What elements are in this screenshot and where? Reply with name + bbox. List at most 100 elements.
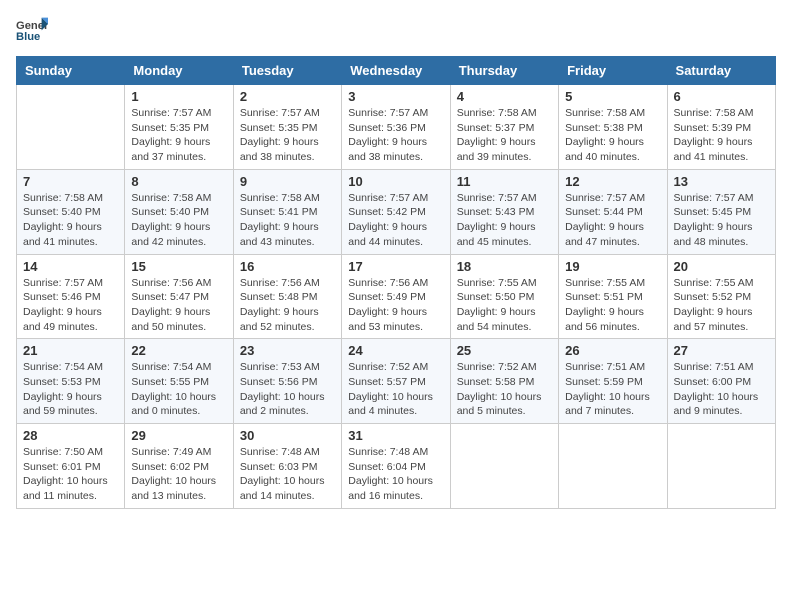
calendar-cell: 25 Sunrise: 7:52 AMSunset: 5:58 PMDayligh… bbox=[450, 339, 558, 424]
day-info: Sunrise: 7:58 AMSunset: 5:37 PMDaylight:… bbox=[457, 106, 552, 165]
day-info: Sunrise: 7:52 AMSunset: 5:58 PMDaylight:… bbox=[457, 360, 552, 419]
calendar-cell: 15 Sunrise: 7:56 AMSunset: 5:47 PMDayligh… bbox=[125, 254, 233, 339]
calendar-cell: 1Sunrise: 7:57 AMSunset: 5:35 PMDaylight… bbox=[125, 85, 233, 170]
page-header: General Blue bbox=[16, 16, 776, 44]
day-number: 1 bbox=[131, 89, 226, 104]
day-number: 9 bbox=[240, 174, 335, 189]
day-info: Sunrise: 7:57 AMSunset: 5:43 PMDaylight:… bbox=[457, 191, 552, 250]
day-number: 28 bbox=[23, 428, 118, 443]
day-number: 19 bbox=[565, 259, 660, 274]
calendar-cell: 14 Sunrise: 7:57 AMSunset: 5:46 PMDayligh… bbox=[17, 254, 125, 339]
day-info: Sunrise: 7:57 AMSunset: 5:35 PMDaylight:… bbox=[240, 106, 335, 165]
day-info: Sunrise: 7:50 AMSunset: 6:01 PMDaylight:… bbox=[23, 445, 118, 504]
calendar-cell: 5 Sunrise: 7:58 AMSunset: 5:38 PMDaylight… bbox=[559, 85, 667, 170]
day-info: Sunrise: 7:58 AMSunset: 5:39 PMDaylight:… bbox=[674, 106, 769, 165]
calendar-cell bbox=[450, 424, 558, 509]
day-number: 5 bbox=[565, 89, 660, 104]
day-info: Sunrise: 7:52 AMSunset: 5:57 PMDaylight:… bbox=[348, 360, 443, 419]
calendar-cell: 7Sunrise: 7:58 AMSunset: 5:40 PMDaylight… bbox=[17, 169, 125, 254]
day-info: Sunrise: 7:55 AMSunset: 5:50 PMDaylight:… bbox=[457, 276, 552, 335]
calendar-cell: 13 Sunrise: 7:57 AMSunset: 5:45 PMDayligh… bbox=[667, 169, 775, 254]
calendar-cell: 18 Sunrise: 7:55 AMSunset: 5:50 PMDayligh… bbox=[450, 254, 558, 339]
calendar-cell: 10 Sunrise: 7:57 AMSunset: 5:42 PMDayligh… bbox=[342, 169, 450, 254]
calendar-cell: 3 Sunrise: 7:57 AMSunset: 5:36 PMDaylight… bbox=[342, 85, 450, 170]
day-info: Sunrise: 7:57 AMSunset: 5:36 PMDaylight:… bbox=[348, 106, 443, 165]
weekday-header-tuesday: Tuesday bbox=[233, 57, 341, 85]
calendar-cell: 24 Sunrise: 7:52 AMSunset: 5:57 PMDayligh… bbox=[342, 339, 450, 424]
week-row-1: 1 Sunrise: 7:57 AMSunset: 5:35 PMDaylight… bbox=[17, 85, 776, 170]
calendar-cell: 6 Sunrise: 7:58 AMSunset: 5:39 PMDaylight… bbox=[667, 85, 775, 170]
day-number: 13 bbox=[674, 174, 769, 189]
day-number: 18 bbox=[457, 259, 552, 274]
day-info: Sunrise: 7:58 AMSunset: 5:40 PMDaylight:… bbox=[131, 191, 226, 250]
week-row-5: 28 Sunrise: 7:50 AMSunset: 6:01 PMDayligh… bbox=[17, 424, 776, 509]
calendar-table: SundayMondayTuesdayWednesdayThursdayFrid… bbox=[16, 56, 776, 509]
calendar-cell: 8Sunrise: 7:58 AMSunset: 5:40 PMDaylight… bbox=[125, 169, 233, 254]
weekday-header-monday: Monday bbox=[125, 57, 233, 85]
weekday-header-saturday: Saturday bbox=[667, 57, 775, 85]
calendar-cell bbox=[17, 85, 125, 170]
calendar-cell: 27Sunrise: 7:51 AMSunset: 6:00 PMDayligh… bbox=[667, 339, 775, 424]
calendar-cell bbox=[667, 424, 775, 509]
day-number: 15 bbox=[131, 259, 226, 274]
day-info: Sunrise: 7:58 AMSunset: 5:41 PMDaylight:… bbox=[240, 191, 335, 250]
day-info: Sunrise: 7:48 AMSunset: 6:03 PMDaylight:… bbox=[240, 445, 335, 504]
day-number: 29 bbox=[131, 428, 226, 443]
calendar-cell: 22Sunrise: 7:54 AMSunset: 5:55 PMDayligh… bbox=[125, 339, 233, 424]
day-number: 30 bbox=[240, 428, 335, 443]
day-info: Sunrise: 7:56 AMSunset: 5:49 PMDaylight:… bbox=[348, 276, 443, 335]
day-number: 6 bbox=[674, 89, 769, 104]
day-number: 25 bbox=[457, 343, 552, 358]
calendar-cell: 30 Sunrise: 7:48 AMSunset: 6:03 PMDayligh… bbox=[233, 424, 341, 509]
day-number: 31 bbox=[348, 428, 443, 443]
calendar-cell: 21 Sunrise: 7:54 AMSunset: 5:53 PMDayligh… bbox=[17, 339, 125, 424]
day-info: Sunrise: 7:54 AMSunset: 5:55 PMDaylight:… bbox=[131, 360, 226, 419]
day-number: 10 bbox=[348, 174, 443, 189]
day-number: 26 bbox=[565, 343, 660, 358]
weekday-header-row: SundayMondayTuesdayWednesdayThursdayFrid… bbox=[17, 57, 776, 85]
day-number: 14 bbox=[23, 259, 118, 274]
week-row-3: 14 Sunrise: 7:57 AMSunset: 5:46 PMDayligh… bbox=[17, 254, 776, 339]
day-info: Sunrise: 7:58 AMSunset: 5:40 PMDaylight:… bbox=[23, 191, 118, 250]
calendar-cell: 2Sunrise: 7:57 AMSunset: 5:35 PMDaylight… bbox=[233, 85, 341, 170]
weekday-header-friday: Friday bbox=[559, 57, 667, 85]
day-number: 16 bbox=[240, 259, 335, 274]
calendar-cell: 17 Sunrise: 7:56 AMSunset: 5:49 PMDayligh… bbox=[342, 254, 450, 339]
day-info: Sunrise: 7:57 AMSunset: 5:46 PMDaylight:… bbox=[23, 276, 118, 335]
day-info: Sunrise: 7:57 AMSunset: 5:42 PMDaylight:… bbox=[348, 191, 443, 250]
week-row-4: 21 Sunrise: 7:54 AMSunset: 5:53 PMDayligh… bbox=[17, 339, 776, 424]
day-info: Sunrise: 7:57 AMSunset: 5:45 PMDaylight:… bbox=[674, 191, 769, 250]
day-info: Sunrise: 7:53 AMSunset: 5:56 PMDaylight:… bbox=[240, 360, 335, 419]
day-info: Sunrise: 7:54 AMSunset: 5:53 PMDaylight:… bbox=[23, 360, 118, 419]
day-number: 24 bbox=[348, 343, 443, 358]
weekday-header-thursday: Thursday bbox=[450, 57, 558, 85]
calendar-cell: 19 Sunrise: 7:55 AMSunset: 5:51 PMDayligh… bbox=[559, 254, 667, 339]
day-number: 20 bbox=[674, 259, 769, 274]
day-number: 23 bbox=[240, 343, 335, 358]
day-number: 11 bbox=[457, 174, 552, 189]
calendar-cell bbox=[559, 424, 667, 509]
day-number: 4 bbox=[457, 89, 552, 104]
day-info: Sunrise: 7:55 AMSunset: 5:51 PMDaylight:… bbox=[565, 276, 660, 335]
calendar-cell: 20Sunrise: 7:55 AMSunset: 5:52 PMDayligh… bbox=[667, 254, 775, 339]
day-info: Sunrise: 7:56 AMSunset: 5:48 PMDaylight:… bbox=[240, 276, 335, 335]
calendar-cell: 12Sunrise: 7:57 AMSunset: 5:44 PMDayligh… bbox=[559, 169, 667, 254]
calendar-cell: 23 Sunrise: 7:53 AMSunset: 5:56 PMDayligh… bbox=[233, 339, 341, 424]
day-info: Sunrise: 7:51 AMSunset: 5:59 PMDaylight:… bbox=[565, 360, 660, 419]
day-info: Sunrise: 7:49 AMSunset: 6:02 PMDaylight:… bbox=[131, 445, 226, 504]
day-info: Sunrise: 7:51 AMSunset: 6:00 PMDaylight:… bbox=[674, 360, 769, 419]
day-info: Sunrise: 7:48 AMSunset: 6:04 PMDaylight:… bbox=[348, 445, 443, 504]
weekday-header-sunday: Sunday bbox=[17, 57, 125, 85]
calendar-cell: 9 Sunrise: 7:58 AMSunset: 5:41 PMDaylight… bbox=[233, 169, 341, 254]
day-info: Sunrise: 7:56 AMSunset: 5:47 PMDaylight:… bbox=[131, 276, 226, 335]
calendar-cell: 11 Sunrise: 7:57 AMSunset: 5:43 PMDayligh… bbox=[450, 169, 558, 254]
day-number: 3 bbox=[348, 89, 443, 104]
calendar-cell: 26 Sunrise: 7:51 AMSunset: 5:59 PMDayligh… bbox=[559, 339, 667, 424]
calendar-cell: 29 Sunrise: 7:49 AMSunset: 6:02 PMDayligh… bbox=[125, 424, 233, 509]
day-number: 17 bbox=[348, 259, 443, 274]
day-number: 21 bbox=[23, 343, 118, 358]
logo-icon: General Blue bbox=[16, 16, 48, 44]
day-info: Sunrise: 7:58 AMSunset: 5:38 PMDaylight:… bbox=[565, 106, 660, 165]
svg-text:Blue: Blue bbox=[16, 31, 40, 43]
calendar-cell: 31 Sunrise: 7:48 AMSunset: 6:04 PMDayligh… bbox=[342, 424, 450, 509]
